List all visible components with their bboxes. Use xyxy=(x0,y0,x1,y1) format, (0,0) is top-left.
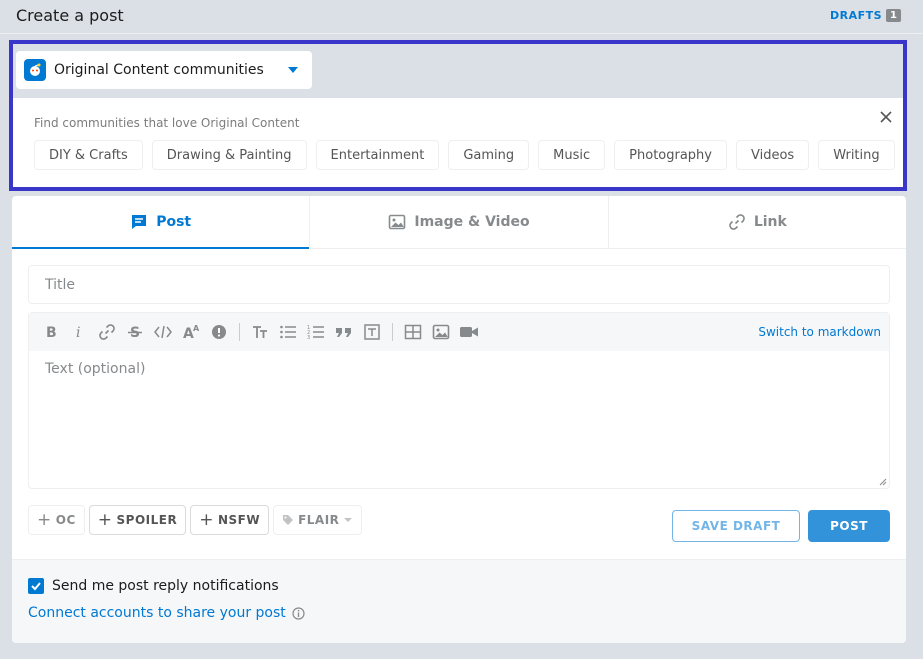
quote-block-icon[interactable] xyxy=(330,318,358,346)
link-icon[interactable] xyxy=(93,318,121,346)
page-header: Create a post DRAFTS 1 xyxy=(0,0,923,34)
connect-accounts-row: Connect accounts to share your post xyxy=(28,605,305,621)
chevron-down-icon xyxy=(288,67,298,73)
toolbar-divider xyxy=(392,323,393,341)
numbered-list-icon[interactable]: 123 xyxy=(302,318,330,346)
drafts-label: DRAFTS xyxy=(829,9,883,22)
link-icon xyxy=(728,214,745,230)
title-input[interactable] xyxy=(28,265,890,304)
flair-button[interactable]: FLAIR xyxy=(273,505,363,535)
tag-photography[interactable]: Photography xyxy=(614,140,727,170)
tag-drawing-painting[interactable]: Drawing & Painting xyxy=(151,140,307,170)
svg-text:i: i xyxy=(76,325,80,340)
toolbar-divider xyxy=(239,323,240,341)
post-body-textarea[interactable]: Text (optional) xyxy=(29,351,889,488)
svg-text:B: B xyxy=(46,325,57,340)
post-flags: + OC + SPOILER + NSFW FLAIR xyxy=(28,505,363,535)
reply-notifications-option: Send me post reply notifications xyxy=(28,578,279,594)
tag-diy-crafts[interactable]: DIY & Crafts xyxy=(34,140,143,170)
svg-text:3: 3 xyxy=(307,335,310,340)
chevron-down-icon xyxy=(344,518,353,522)
post-button[interactable]: POST xyxy=(808,510,890,542)
plus-icon: + xyxy=(37,509,52,530)
editor-toolbar: B i S AA 123 Switch to markdown xyxy=(29,313,889,351)
spoiler-label: SPOILER xyxy=(116,513,178,527)
community-selector[interactable]: Original Content communities xyxy=(16,51,312,89)
switch-to-markdown-link[interactable]: Switch to markdown xyxy=(758,325,881,339)
plus-icon: + xyxy=(199,509,214,530)
close-icon[interactable] xyxy=(879,110,893,124)
bulleted-list-icon[interactable] xyxy=(274,318,302,346)
spoiler-button[interactable]: + SPOILER xyxy=(88,505,187,535)
strikethrough-icon[interactable]: S xyxy=(121,318,149,346)
info-icon[interactable] xyxy=(292,606,305,620)
rich-text-editor: B i S AA 123 Switch to markdown Text (op… xyxy=(28,312,890,489)
oc-tag-list: DIY & Crafts Drawing & Painting Entertai… xyxy=(34,140,895,170)
community-highlight-box: Original Content communities Find commun… xyxy=(9,40,907,191)
flair-label: FLAIR xyxy=(298,513,340,527)
tag-writing[interactable]: Writing xyxy=(818,140,895,170)
image-icon[interactable] xyxy=(427,318,455,346)
page-title: Create a post xyxy=(16,6,124,25)
tag-gaming[interactable]: Gaming xyxy=(448,140,530,170)
tab-image-video-label: Image & Video xyxy=(414,214,530,230)
community-avatar-icon xyxy=(24,59,46,81)
tag-icon xyxy=(283,515,294,525)
oc-button[interactable]: + OC xyxy=(28,505,85,535)
resize-handle-icon[interactable] xyxy=(879,478,887,486)
svg-text:A: A xyxy=(193,324,200,333)
plus-icon: + xyxy=(97,509,113,530)
superscript-icon[interactable]: AA xyxy=(177,318,205,346)
notifications-checkbox[interactable] xyxy=(28,578,44,594)
nsfw-button[interactable]: + NSFW xyxy=(190,505,270,535)
tag-music[interactable]: Music xyxy=(538,140,606,170)
image-icon xyxy=(389,214,406,230)
post-options-footer: Send me post reply notifications Connect… xyxy=(12,559,906,643)
inline-code-icon[interactable] xyxy=(149,318,177,346)
checkmark-icon xyxy=(31,582,41,591)
tag-entertainment[interactable]: Entertainment xyxy=(315,140,440,170)
table-icon[interactable] xyxy=(399,318,427,346)
connect-accounts-link[interactable]: Connect accounts to share your post xyxy=(28,605,286,621)
tab-link[interactable]: Link xyxy=(609,196,906,248)
oc-label: OC xyxy=(55,513,76,527)
tab-post-label: Post xyxy=(156,214,192,230)
save-draft-button[interactable]: SAVE DRAFT xyxy=(672,510,800,542)
tab-post[interactable]: Post xyxy=(12,196,311,249)
post-editor-card: Post Image & Video Link B i S AA 123 xyxy=(12,196,906,643)
notifications-label: Send me post reply notifications xyxy=(52,578,279,594)
tag-videos[interactable]: Videos xyxy=(736,140,810,170)
spoiler-icon[interactable] xyxy=(205,318,233,346)
post-icon xyxy=(132,215,147,229)
community-name: Original Content communities xyxy=(54,62,264,78)
bold-icon[interactable]: B xyxy=(37,318,65,346)
tab-image-video[interactable]: Image & Video xyxy=(310,196,609,248)
heading-icon[interactable] xyxy=(246,318,274,346)
drafts-count-badge: 1 xyxy=(886,9,901,22)
nsfw-label: NSFW xyxy=(217,513,261,527)
video-icon[interactable] xyxy=(455,318,483,346)
italic-icon[interactable]: i xyxy=(65,318,93,346)
code-block-icon[interactable] xyxy=(358,318,386,346)
tab-link-label: Link xyxy=(753,214,787,230)
oc-panel-heading: Find communities that love Original Cont… xyxy=(34,116,300,130)
post-type-tabs: Post Image & Video Link xyxy=(12,196,906,249)
oc-suggestion-panel: Find communities that love Original Cont… xyxy=(13,98,903,187)
drafts-button[interactable]: DRAFTS 1 xyxy=(830,9,901,22)
